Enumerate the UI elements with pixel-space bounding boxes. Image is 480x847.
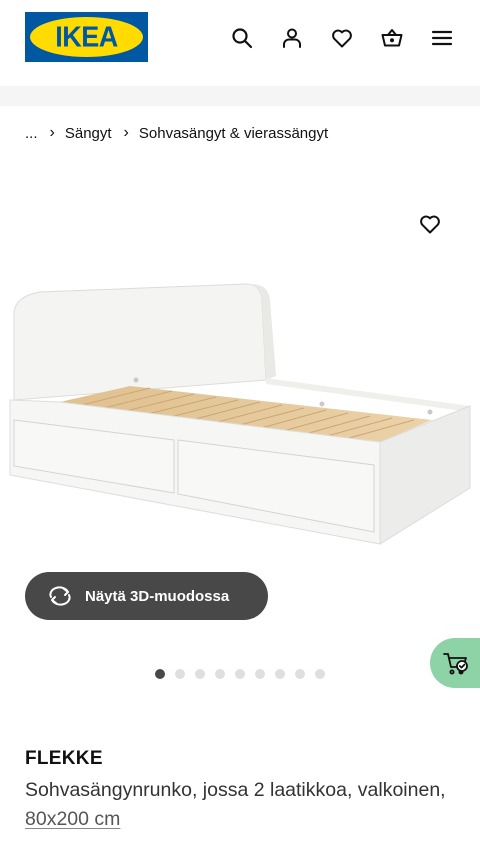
breadcrumb-separator: › xyxy=(123,124,129,141)
breadcrumb: ... › Sängyt › Sohvasängyt & vierassängy… xyxy=(25,122,328,144)
shopping-bag-icon[interactable] xyxy=(374,20,410,56)
favourites-icon[interactable] xyxy=(324,20,360,56)
breadcrumb-ellipsis[interactable]: ... xyxy=(25,125,38,142)
product-description-text: Sohvasängynrunko, jossa 2 laatikkoa, val… xyxy=(25,779,446,801)
view-3d-label: Näytä 3D-muodossa xyxy=(85,587,230,605)
gallery-dot[interactable] xyxy=(235,669,245,679)
logo-text: IKEA xyxy=(55,20,118,53)
heart-icon xyxy=(420,215,440,234)
view-3d-button[interactable]: Näytä 3D-muodossa xyxy=(25,572,268,620)
product-description: Sohvasängynrunko, jossa 2 laatikkoa, val… xyxy=(25,776,465,834)
gallery-dot[interactable] xyxy=(295,669,305,679)
breadcrumb-link-beds[interactable]: Sängyt xyxy=(65,125,112,142)
product-size-link[interactable]: 80x200 cm xyxy=(25,808,120,830)
gallery-pagination xyxy=(155,669,325,679)
gallery-dot[interactable] xyxy=(175,669,185,679)
product-image[interactable] xyxy=(0,270,480,560)
account-icon[interactable] xyxy=(274,20,310,56)
site-header: IKEA xyxy=(0,0,480,86)
gallery-dot[interactable] xyxy=(195,669,205,679)
breadcrumb-separator: › xyxy=(49,124,55,141)
header-divider-band xyxy=(0,86,480,106)
product-name: FLEKKE xyxy=(25,748,103,769)
cart-check-icon xyxy=(443,653,468,675)
logo-oval: IKEA xyxy=(30,17,143,57)
gallery-dot[interactable] xyxy=(215,669,225,679)
add-to-favourites-button[interactable] xyxy=(414,208,446,240)
gallery-dot[interactable] xyxy=(155,669,165,679)
search-icon[interactable] xyxy=(224,20,260,56)
ikea-logo[interactable]: IKEA xyxy=(25,12,148,62)
gallery-dot[interactable] xyxy=(255,669,265,679)
gallery-dot[interactable] xyxy=(275,669,285,679)
rotate-3d-icon xyxy=(49,586,71,606)
cart-status-button[interactable] xyxy=(430,638,480,688)
gallery-dot[interactable] xyxy=(315,669,325,679)
menu-icon[interactable] xyxy=(424,20,460,56)
breadcrumb-link-sofa-beds[interactable]: Sohvasängyt & vierassängyt xyxy=(139,125,328,142)
